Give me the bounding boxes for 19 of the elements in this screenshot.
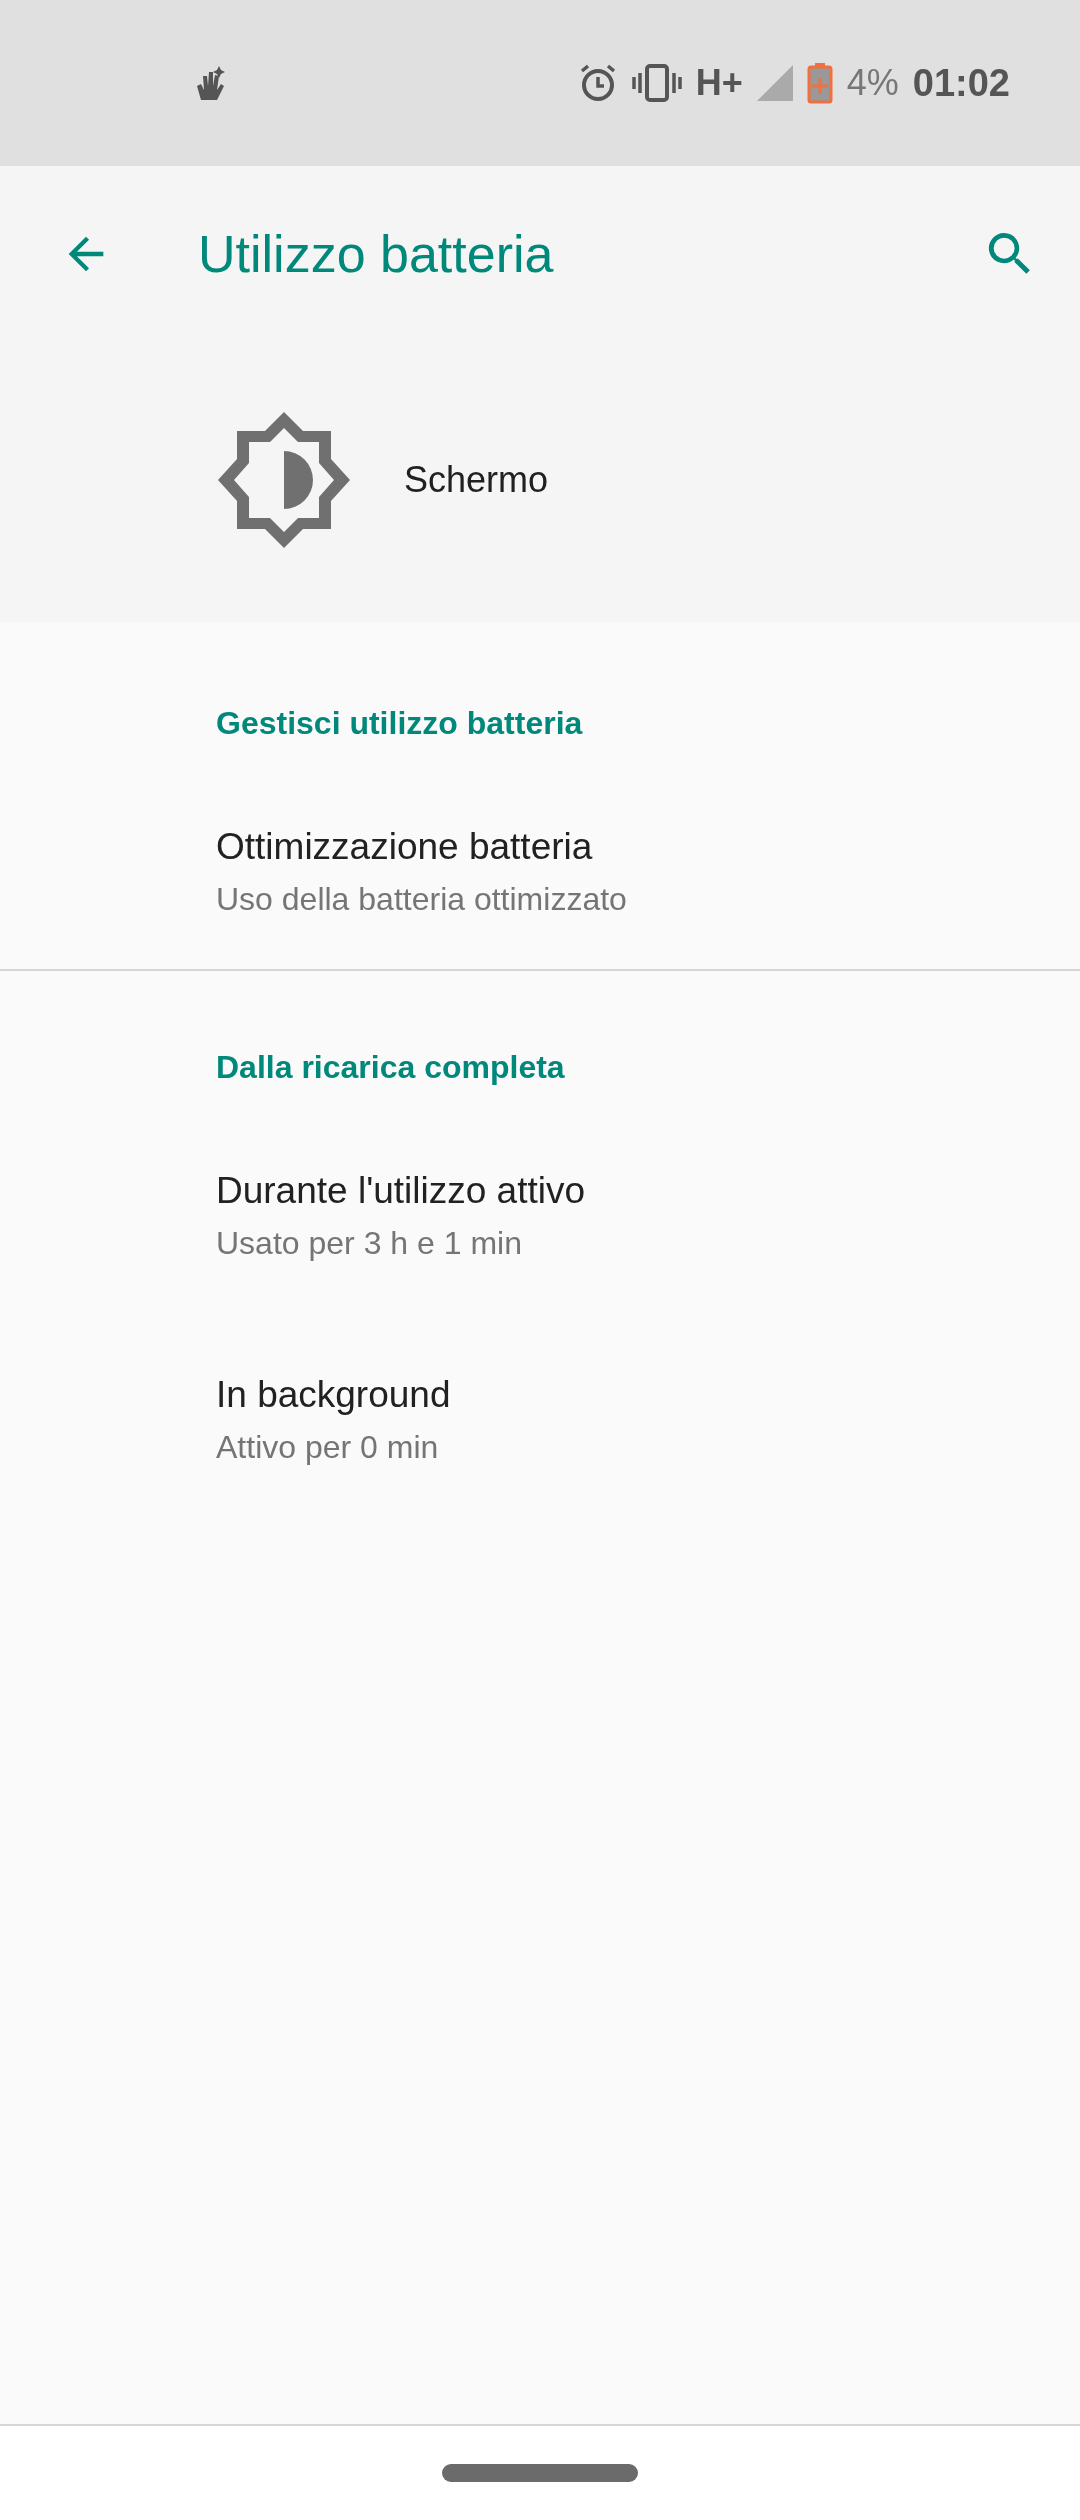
setting-title[interactable]: In background [216, 1374, 1080, 1416]
network-type: H+ [695, 62, 743, 104]
clock: 01:02 [912, 61, 1010, 105]
setting-title[interactable]: Durante l'utilizzo attivo [216, 1170, 1080, 1212]
signal-icon [756, 65, 793, 101]
section-header: Gestisci utilizzo batteria [216, 705, 584, 742]
app-name: Schermo [404, 459, 549, 501]
brightness-icon [216, 412, 352, 548]
section-header: Dalla ricarica completa [216, 1049, 566, 1086]
battery-icon [806, 62, 833, 104]
home-handle[interactable] [442, 2464, 638, 2482]
battery-percent: 4% [846, 62, 899, 104]
setting-title[interactable]: Ottimizzazione batteria [216, 826, 1080, 868]
setting-summary: Attivo per 0 min [216, 1429, 440, 1466]
vibrate-icon [631, 64, 682, 102]
setting-summary: Uso della batteria ottimizzato [216, 881, 628, 918]
page-title: Utilizzo batteria [198, 224, 555, 284]
setting-summary: Usato per 3 h e 1 min [216, 1225, 523, 1262]
gesture-hand-icon [195, 64, 227, 102]
